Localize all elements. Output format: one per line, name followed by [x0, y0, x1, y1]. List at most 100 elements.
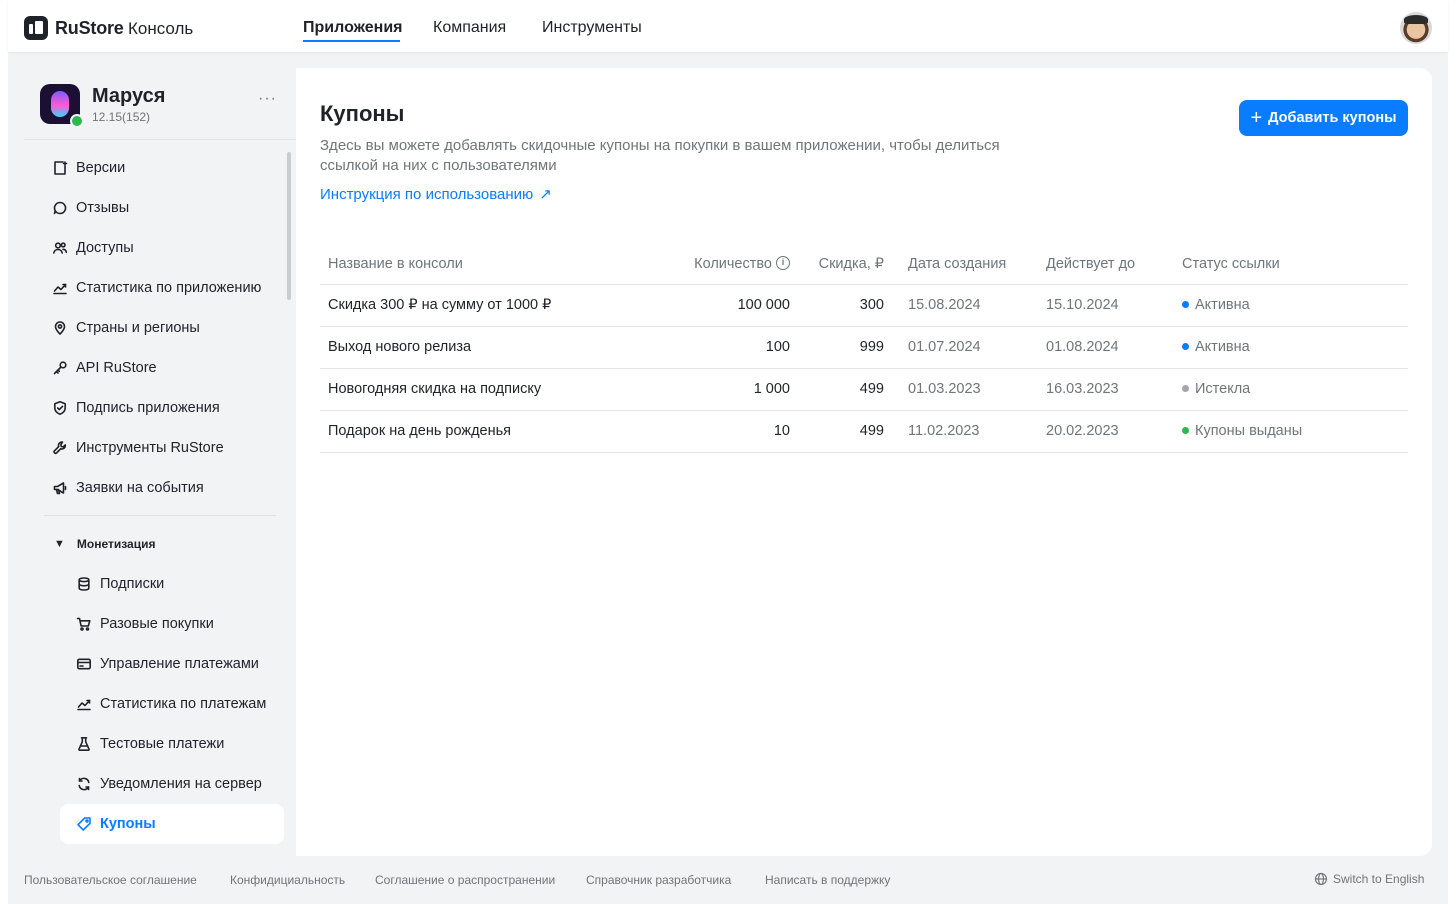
user-avatar[interactable]: [1400, 12, 1432, 44]
cell-quantity: 1 000: [660, 368, 798, 411]
sidebar-item-payment-stats[interactable]: Статистика по платежам: [60, 684, 284, 724]
monetization-section-toggle[interactable]: ▼ Монетизация: [44, 532, 155, 556]
top-bar: RuStore Консоль Приложения Компания Инст…: [8, 0, 1448, 52]
sidebar: Маруся 12.15(152) ··· Версии Отзывы Дост…: [24, 68, 296, 856]
app-version: 12.15(152): [92, 110, 151, 124]
cell-created: 11.02.2023: [892, 410, 1038, 453]
plus-icon: +: [1250, 107, 1263, 129]
cell-name: Новогодняя скидка на подписку: [320, 368, 660, 411]
sidebar-item-signature[interactable]: Подпись приложения: [44, 388, 284, 428]
chat-icon: [52, 200, 68, 216]
column-header-status[interactable]: Статус ссылки: [1174, 244, 1408, 285]
column-header-discount[interactable]: Скидка, ₽: [798, 244, 892, 285]
sidebar-item-label: API RuStore: [76, 360, 157, 376]
footer-link-user-agreement[interactable]: Пользовательское соглашение: [24, 873, 197, 887]
chart-icon: [52, 280, 68, 296]
nav-tab-tools[interactable]: Инструменты: [542, 19, 642, 37]
cell-quantity: 100 000: [660, 284, 798, 327]
wrench-icon: [52, 440, 68, 456]
sidebar-item-label: Подпись приложения: [76, 400, 220, 416]
guide-link-label: Инструкция по использованию: [320, 185, 534, 203]
column-header-name[interactable]: Название в консоли: [320, 244, 660, 285]
cell-name: Выход нового релиза: [320, 326, 660, 369]
sidebar-item-api[interactable]: API RuStore: [44, 348, 284, 388]
bell-sync-icon: [76, 776, 92, 792]
cell-created: 15.08.2024: [892, 284, 1038, 327]
sidebar-scrollbar[interactable]: [287, 152, 291, 300]
sidebar-item-countries[interactable]: Страны и регионы: [44, 308, 284, 348]
status-dot: [1182, 342, 1189, 350]
language-switch[interactable]: Switch to English: [1314, 872, 1424, 886]
sidebar-item-app-stats[interactable]: Статистика по приложению: [44, 268, 284, 308]
sidebar-item-label: Инструменты RuStore: [76, 440, 224, 456]
brand-suffix[interactable]: Консоль: [128, 19, 193, 39]
sidebar-item-label: Доступы: [76, 240, 134, 256]
app-name: Маруся: [92, 85, 166, 107]
guide-link[interactable]: Инструкция по использованию ↗: [320, 185, 552, 204]
sidebar-item-coupons[interactable]: Купоны: [60, 804, 284, 844]
column-header-created[interactable]: Дата создания: [892, 244, 1038, 285]
online-status-dot: [70, 114, 84, 128]
sidebar-item-label: Страны и регионы: [76, 320, 200, 336]
sidebar-item-access[interactable]: Доступы: [44, 228, 284, 268]
more-options-icon[interactable]: ···: [258, 90, 277, 108]
status-label: Истекла: [1195, 381, 1251, 397]
nav-tab-apps[interactable]: Приложения: [303, 19, 403, 37]
cell-name: Скидка 300 ₽ на сумму от 1000 ₽: [320, 284, 660, 327]
table-row[interactable]: Новогодняя скидка на подписку 1 000 499 …: [320, 368, 1408, 411]
language-switch-label: Switch to English: [1333, 872, 1425, 886]
rustore-logo-icon[interactable]: [24, 16, 48, 40]
status-label: Активна: [1195, 297, 1250, 313]
column-header-quantity[interactable]: Количество i: [660, 244, 798, 285]
sidebar-item-label: Статистика по приложению: [76, 280, 262, 296]
sidebar-item-label: Заявки на события: [76, 480, 204, 496]
versions-icon: [52, 160, 68, 176]
status-label: Активна: [1195, 339, 1250, 355]
footer-link-distribution-agreement[interactable]: Соглашение о распространении: [375, 873, 555, 887]
users-icon: [52, 240, 68, 256]
cell-discount: 499: [798, 368, 892, 411]
sidebar-item-label: Подписки: [100, 576, 165, 592]
cell-created: 01.03.2023: [892, 368, 1038, 411]
status-dot: [1182, 426, 1189, 434]
external-link-icon: ↗: [539, 186, 552, 203]
status-label: Купоны выданы: [1195, 423, 1303, 439]
sidebar-item-subscriptions[interactable]: Подписки: [60, 564, 284, 604]
sidebar-item-label: Купоны: [100, 816, 156, 832]
sidebar-item-test-payments[interactable]: Тестовые платежи: [60, 724, 284, 764]
cell-created: 01.07.2024: [892, 326, 1038, 369]
sidebar-item-event-requests[interactable]: Заявки на события: [44, 468, 284, 508]
footer-link-developer-guide[interactable]: Справочник разработчика: [586, 873, 731, 887]
footer-link-privacy[interactable]: Конфидициальность: [230, 873, 345, 887]
table-header-row: Название в консоли Количество i Скидка, ₽…: [320, 244, 1408, 285]
sidebar-item-tools[interactable]: Инструменты RuStore: [44, 428, 284, 468]
add-coupons-button[interactable]: + Добавить купоны: [1239, 100, 1408, 136]
info-icon[interactable]: i: [776, 255, 790, 270]
cell-quantity: 10: [660, 410, 798, 453]
cell-status: Купоны выданы: [1174, 410, 1408, 453]
sidebar-item-label: Отзывы: [76, 200, 130, 216]
sidebar-item-label: Версии: [76, 160, 126, 176]
cell-status: Активна: [1174, 284, 1408, 327]
nav-tab-company[interactable]: Компания: [433, 19, 506, 37]
cell-discount: 499: [798, 410, 892, 453]
sidebar-item-label: Уведомления на сервер: [100, 776, 262, 792]
cell-valid-until: 16.03.2023: [1038, 368, 1174, 411]
column-header-valid-until[interactable]: Действует до: [1038, 244, 1174, 285]
sidebar-item-payment-management[interactable]: Управление платежами: [60, 644, 284, 684]
footer-link-support[interactable]: Написать в поддержку: [765, 873, 890, 887]
table-row[interactable]: Выход нового релиза 100 999 01.07.2024 0…: [320, 326, 1408, 369]
sidebar-item-reviews[interactable]: Отзывы: [44, 188, 284, 228]
brand-name[interactable]: RuStore: [55, 18, 124, 39]
location-icon: [52, 320, 68, 336]
app-header: Маруся 12.15(152) ···: [24, 68, 296, 140]
sidebar-item-one-time-purchases[interactable]: Разовые покупки: [60, 604, 284, 644]
table-row[interactable]: Скидка 300 ₽ на сумму от 1000 ₽ 100 000 …: [320, 284, 1408, 327]
sidebar-item-versions[interactable]: Версии: [44, 148, 284, 188]
sidebar-item-label: Статистика по платежам: [100, 696, 267, 712]
sidebar-item-label: Тестовые платежи: [100, 736, 225, 752]
sidebar-item-server-notifications[interactable]: Уведомления на сервер: [60, 764, 284, 804]
table-row[interactable]: Подарок на день рожденья 10 499 11.02.20…: [320, 410, 1408, 453]
cell-status: Активна: [1174, 326, 1408, 369]
sidebar-item-label: Управление платежами: [100, 656, 259, 672]
